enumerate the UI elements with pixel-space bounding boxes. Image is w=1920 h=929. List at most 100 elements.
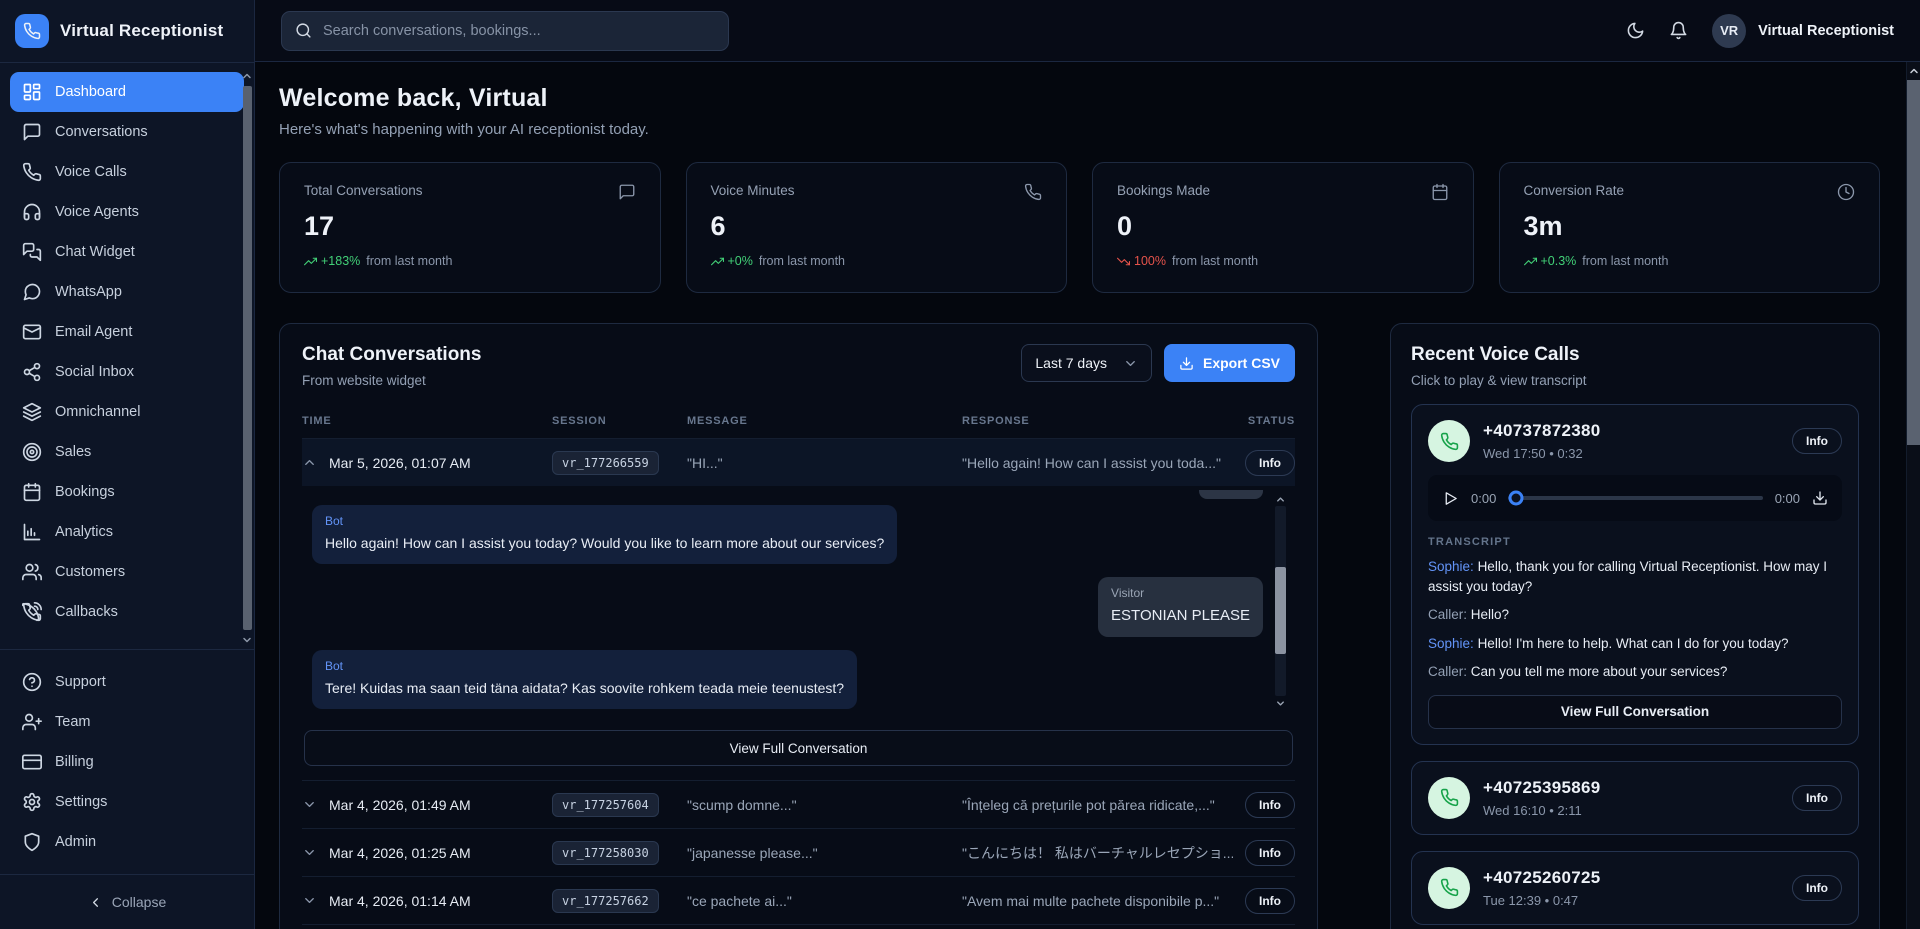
sidebar-item-callbacks[interactable]: Callbacks xyxy=(10,592,244,632)
slider-thumb[interactable] xyxy=(1508,491,1523,506)
transcript-label: TRANSCRIPT xyxy=(1428,536,1842,548)
user-menu[interactable]: VR Virtual Receptionist xyxy=(1712,14,1894,48)
sidebar-item-customers[interactable]: Customers xyxy=(10,552,244,592)
sidebar-item-whatsapp[interactable]: WhatsApp xyxy=(10,272,244,312)
sidebar-item-billing[interactable]: Billing xyxy=(10,742,244,782)
mail-icon xyxy=(22,322,42,342)
chevron-down-icon[interactable] xyxy=(302,893,317,908)
play-button[interactable] xyxy=(1442,490,1459,507)
main-grid: Chat Conversations From website widget L… xyxy=(279,323,1880,929)
user-plus-icon xyxy=(22,712,42,732)
scroll-down-icon[interactable] xyxy=(1275,696,1286,710)
message-circle-icon xyxy=(22,282,42,302)
conversation-row[interactable]: Mar 4, 2026, 01:25 AM vr_177258030 "japa… xyxy=(302,828,1295,876)
sidebar-item-voice-calls[interactable]: Voice Calls xyxy=(10,152,244,192)
conversation-row[interactable]: Mar 4, 2026, 01:14 AM vr_177257662 "ce p… xyxy=(302,876,1295,924)
layers-icon xyxy=(22,402,42,422)
scrollbar-thumb[interactable] xyxy=(243,86,252,630)
sidebar-item-label: Social Inbox xyxy=(55,364,134,380)
topbar-actions: VR Virtual Receptionist xyxy=(1626,14,1894,48)
global-search[interactable] xyxy=(281,11,729,51)
call-meta: Wed 17:50 • 0:32 xyxy=(1483,446,1601,461)
stat-value: 6 xyxy=(711,211,1043,242)
session-id-badge: vr_177257662 xyxy=(552,889,659,913)
scroll-up-icon[interactable] xyxy=(1908,62,1920,80)
download-icon xyxy=(1179,356,1194,371)
search-input[interactable] xyxy=(323,23,715,39)
collapse-label: Collapse xyxy=(112,894,166,910)
info-button[interactable]: Info xyxy=(1245,840,1295,866)
chat-panel-title: Chat Conversations xyxy=(302,344,481,366)
conversation-scroll-area: Bot Hello again! How can I assist you to… xyxy=(304,490,1293,716)
sidebar-item-label: Customers xyxy=(55,564,125,580)
page-scrollbar[interactable] xyxy=(1906,62,1920,929)
sidebar-item-admin[interactable]: Admin xyxy=(10,822,244,862)
scroll-down-icon[interactable] xyxy=(241,633,253,647)
chevron-up-icon[interactable] xyxy=(302,455,317,470)
info-button[interactable]: Info xyxy=(1245,792,1295,818)
call-meta: Tue 12:39 • 0:47 xyxy=(1483,893,1601,908)
scrollbar-thumb[interactable] xyxy=(1275,567,1286,654)
sidebar-item-label: Voice Agents xyxy=(55,204,139,220)
notifications-bell-icon[interactable] xyxy=(1669,21,1688,40)
conversation-row[interactable]: Mar 5, 2026, 01:07 AM vr_177266559 "HI..… xyxy=(302,438,1295,486)
sidebar-item-team[interactable]: Team xyxy=(10,702,244,742)
session-id-badge: vr_177266559 xyxy=(552,451,659,475)
info-button[interactable]: Info xyxy=(1792,875,1842,901)
conversation-row-partial[interactable] xyxy=(302,924,1295,929)
view-full-conversation-button[interactable]: View Full Conversation xyxy=(304,730,1293,766)
sidebar-item-label: Admin xyxy=(55,834,96,850)
scrollbar-thumb[interactable] xyxy=(1907,80,1920,445)
seek-slider[interactable] xyxy=(1508,496,1762,500)
sidebar-item-chat-widget[interactable]: Chat Widget xyxy=(10,232,244,272)
sidebar-item-support[interactable]: Support xyxy=(10,662,244,702)
trending-up-icon xyxy=(711,255,724,268)
sidebar-scrollbar[interactable] xyxy=(241,69,253,647)
sidebar-item-dashboard[interactable]: Dashboard xyxy=(10,72,244,112)
row-response: "Avem mai multe pachete disponibile p...… xyxy=(962,893,1233,909)
date-range-select[interactable]: Last 7 days xyxy=(1021,344,1152,382)
message-sender: Visitor xyxy=(1111,586,1250,600)
chevron-down-icon[interactable] xyxy=(302,845,317,860)
sidebar-item-social-inbox[interactable]: Social Inbox xyxy=(10,352,244,392)
scroll-up-icon[interactable] xyxy=(1275,492,1286,506)
info-button[interactable]: Info xyxy=(1245,888,1295,914)
stat-delta: 100% from last month xyxy=(1117,254,1449,268)
sidebar-item-settings[interactable]: Settings xyxy=(10,782,244,822)
conversation-row[interactable]: Mar 4, 2026, 01:49 AM vr_177257604 "scum… xyxy=(302,780,1295,828)
view-full-conversation-button[interactable]: View Full Conversation xyxy=(1428,695,1842,729)
collapse-sidebar-button[interactable]: Collapse xyxy=(0,875,254,929)
call-card[interactable]: +40737872380 Wed 17:50 • 0:32 Info 0:00 … xyxy=(1411,404,1859,745)
calls-list: +40737872380 Wed 17:50 • 0:32 Info 0:00 … xyxy=(1411,404,1859,925)
call-card[interactable]: +40725395869 Wed 16:10 • 2:11 Info xyxy=(1411,761,1859,835)
info-button[interactable]: Info xyxy=(1792,428,1842,454)
sidebar-item-email-agent[interactable]: Email Agent xyxy=(10,312,244,352)
sidebar-item-bookings[interactable]: Bookings xyxy=(10,472,244,512)
info-button[interactable]: Info xyxy=(1245,450,1295,476)
chevron-down-icon[interactable] xyxy=(302,797,317,812)
sidebar-item-omnichannel[interactable]: Omnichannel xyxy=(10,392,244,432)
chat-conversations-panel: Chat Conversations From website widget L… xyxy=(279,323,1318,929)
transcript-text: Hello! I'm here to help. What can I do f… xyxy=(1478,636,1789,651)
stat-card-total-conversations: Total Conversations 17 +183% from last m… xyxy=(279,162,661,293)
row-message: "HI..." xyxy=(687,455,962,471)
sidebar-item-analytics[interactable]: Analytics xyxy=(10,512,244,552)
sidebar-item-voice-agents[interactable]: Voice Agents xyxy=(10,192,244,232)
phone-call-icon xyxy=(1428,777,1470,819)
sidebar-item-label: Conversations xyxy=(55,124,148,140)
sidebar-item-sales[interactable]: Sales xyxy=(10,432,244,472)
download-recording-icon[interactable] xyxy=(1812,490,1828,506)
headphones-icon xyxy=(22,202,42,222)
info-button[interactable]: Info xyxy=(1792,785,1842,811)
page-title: Welcome back, Virtual xyxy=(279,84,1880,113)
call-card[interactable]: +40725260725 Tue 12:39 • 0:47 Info xyxy=(1411,851,1859,925)
export-csv-button[interactable]: Export CSV xyxy=(1164,344,1295,382)
scroll-up-icon[interactable] xyxy=(241,69,253,83)
messages-square-icon xyxy=(22,242,42,262)
visitor-message-bubble: Visitor ESTONIAN PLEASE xyxy=(1098,577,1263,637)
dark-mode-toggle-moon-icon[interactable] xyxy=(1626,21,1645,40)
avatar[interactable]: VR xyxy=(1712,14,1746,48)
row-time: Mar 4, 2026, 01:25 AM xyxy=(329,845,471,861)
sidebar-item-conversations[interactable]: Conversations xyxy=(10,112,244,152)
conversation-scrollbar[interactable] xyxy=(1273,492,1287,710)
